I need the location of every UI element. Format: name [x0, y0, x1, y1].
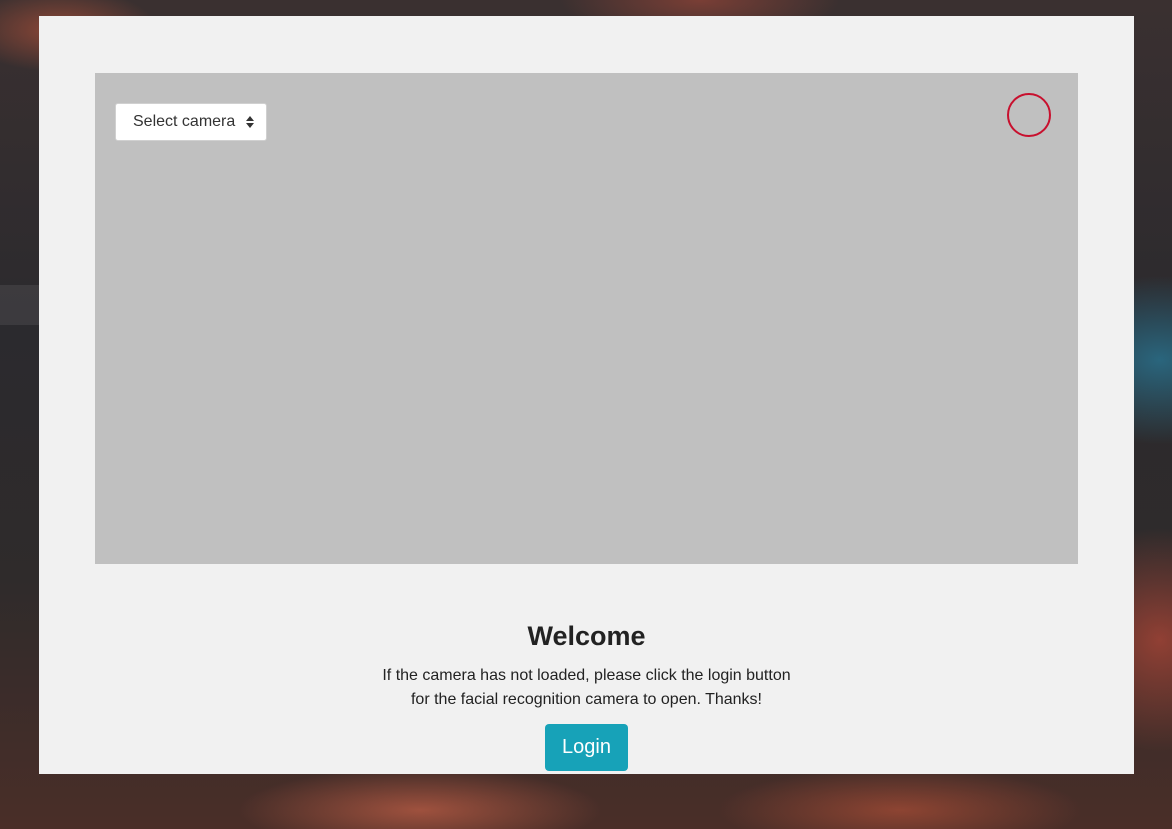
login-card: Select camera Welcome If the camera has …	[39, 16, 1134, 774]
login-button[interactable]: Login	[545, 724, 628, 771]
welcome-message: If the camera has not loaded, please cli…	[382, 667, 791, 708]
welcome-title: Welcome	[527, 621, 646, 651]
record-indicator-icon	[1007, 93, 1051, 137]
camera-select[interactable]: Select camera	[115, 103, 267, 141]
select-arrows-icon	[246, 116, 254, 128]
background-sign	[0, 285, 40, 325]
camera-preview: Select camera	[95, 73, 1078, 564]
welcome-section: Welcome If the camera has not loaded, pl…	[39, 616, 1134, 712]
camera-select-label: Select camera	[133, 113, 236, 130]
